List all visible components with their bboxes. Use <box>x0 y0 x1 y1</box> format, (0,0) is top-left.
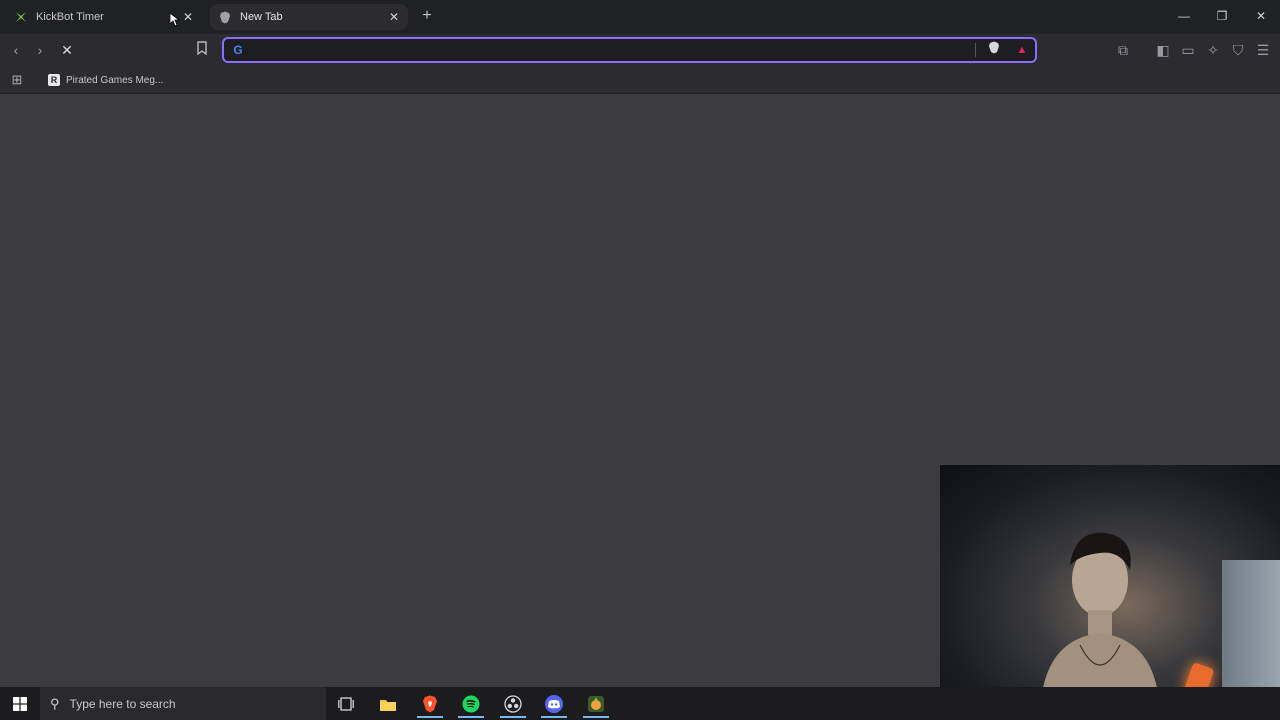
mouse-cursor-icon <box>170 13 180 27</box>
address-bar[interactable]: G ▲ <box>222 37 1037 63</box>
forward-icon[interactable]: › <box>30 40 50 60</box>
active-indicator <box>541 716 567 718</box>
spotify-icon[interactable] <box>454 690 488 718</box>
back-icon[interactable]: ‹ <box>6 40 26 60</box>
close-tab-icon[interactable]: ✕ <box>180 9 196 25</box>
vpn-icon[interactable]: ⛉ <box>1228 40 1248 60</box>
restore-icon[interactable]: ❐ <box>1210 6 1234 26</box>
brave-browser-icon[interactable] <box>413 690 447 718</box>
screenshot-icon[interactable]: ⧉ <box>1113 40 1133 60</box>
active-indicator <box>500 716 526 718</box>
bookmark-icon[interactable] <box>192 40 212 60</box>
app-icon[interactable] <box>579 690 613 718</box>
brave-shields-icon[interactable] <box>986 41 1002 59</box>
apps-grid-icon[interactable]: ⊞ <box>8 71 26 89</box>
kickbot-icon <box>14 10 28 24</box>
search-placeholder: Type here to search <box>69 696 176 711</box>
tab-new-tab[interactable]: New Tab ✕ <box>210 4 408 30</box>
divider <box>975 43 976 57</box>
task-view-icon[interactable] <box>329 690 363 718</box>
discord-icon[interactable] <box>537 690 571 718</box>
stop-loading-icon[interactable]: ✕ <box>57 40 77 60</box>
brave-icon <box>218 10 232 24</box>
active-indicator <box>417 716 443 718</box>
file-explorer-icon[interactable] <box>371 690 405 718</box>
webcam-overlay <box>940 465 1280 720</box>
leo-ai-icon[interactable]: ✧ <box>1203 40 1223 60</box>
active-indicator <box>458 716 484 718</box>
minimize-icon[interactable]: — <box>1172 6 1196 26</box>
sidebar-icon[interactable]: ◧ <box>1153 40 1173 60</box>
address-input[interactable] <box>252 41 972 59</box>
search-icon: ⚲ <box>50 695 60 711</box>
toolbar: ‹ › ✕ G ▲ ⧉ ◧ ▭ ✧ ⛉ ☰ <box>0 34 1280 66</box>
taskbar: ⚲ Type here to search <box>0 687 1280 720</box>
taskbar-search[interactable]: ⚲ Type here to search <box>40 687 326 720</box>
tab-title: New Tab <box>240 11 283 23</box>
active-indicator <box>583 716 609 718</box>
wallet-icon[interactable]: ▭ <box>1178 40 1198 60</box>
obs-icon[interactable] <box>496 690 530 718</box>
tab-bar: KickBot Timer ✕ New Tab ✕ + — ❐ ✕ <box>0 0 1280 34</box>
bookmarks-bar: ⊞ R Pirated Games Meg... <box>0 66 1280 94</box>
menu-icon[interactable]: ☰ <box>1253 40 1273 60</box>
brave-rewards-icon[interactable]: ▲ <box>1014 41 1030 59</box>
bookmark-item[interactable]: R Pirated Games Meg... <box>48 71 163 89</box>
close-tab-icon[interactable]: ✕ <box>386 9 402 25</box>
close-icon[interactable]: ✕ <box>1249 6 1273 26</box>
tab-title: KickBot Timer <box>36 11 104 23</box>
bookmark-favicon-icon: R <box>48 74 60 86</box>
bookmark-label: Pirated Games Meg... <box>66 74 164 86</box>
windows-start-icon[interactable] <box>0 687 40 720</box>
google-icon: G <box>233 43 243 57</box>
new-tab-button[interactable]: + <box>418 7 436 25</box>
